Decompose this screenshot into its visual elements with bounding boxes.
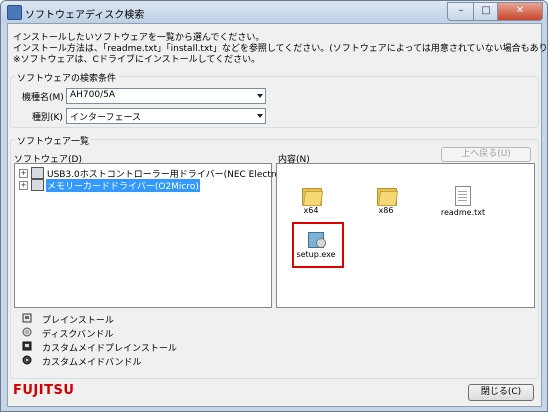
search-conditions-label: ソフトウェアの検索条件 bbox=[15, 71, 119, 84]
expand-icon[interactable]: + bbox=[19, 181, 28, 190]
chevron-down-icon bbox=[257, 94, 263, 98]
disk-bundle-icon bbox=[22, 327, 32, 337]
intro-line-3: ※ソフトウェアは、Cドライブにインストールしてください。 bbox=[13, 55, 261, 65]
legend-label: プレインストール bbox=[42, 316, 114, 326]
maximize-button[interactable]: □ bbox=[473, 2, 499, 21]
file-item-readme[interactable]: readme.txt bbox=[434, 186, 492, 217]
close-window-button[interactable]: ✕ bbox=[497, 2, 543, 21]
custom-bundle-icon bbox=[22, 355, 32, 365]
expand-icon[interactable]: + bbox=[19, 169, 28, 178]
legend-label: カスタムメイドバンドル bbox=[42, 358, 142, 368]
software-list-label: ソフトウェア一覧 bbox=[15, 134, 92, 147]
folder-icon bbox=[377, 186, 399, 206]
chevron-down-icon bbox=[257, 114, 263, 118]
title-bar[interactable]: ソフトウェアディスク検索 – □ ✕ bbox=[1, 1, 547, 23]
file-name: x86 bbox=[378, 206, 394, 215]
tree-item-usb3-driver[interactable]: + USB3.0ホストコントローラー用ドライバー(NEC Electronics… bbox=[17, 167, 301, 180]
tree-item-label: メモリーカードドライバー(O2Micro) bbox=[46, 179, 200, 192]
close-button[interactable]: 閉じる(C) bbox=[468, 384, 534, 401]
software-icon bbox=[31, 167, 44, 179]
folder-icon bbox=[302, 186, 324, 206]
text-file-icon bbox=[455, 186, 471, 206]
up-button[interactable]: 上へ戻る(U) bbox=[441, 147, 531, 162]
contents-panel[interactable]: x64 x86 readme.txt setup.exe bbox=[276, 163, 535, 308]
custom-preinstall-icon bbox=[22, 341, 32, 351]
window-title: ソフトウェアディスク検索 bbox=[25, 10, 145, 21]
file-name: readme.txt bbox=[440, 208, 486, 217]
software-icon bbox=[31, 179, 44, 191]
preinstall-icon bbox=[22, 313, 32, 323]
tree-item-memory-card-driver[interactable]: + メモリーカードドライバー(O2Micro) bbox=[17, 179, 267, 192]
file-name: setup.exe bbox=[296, 250, 336, 259]
software-tree[interactable]: + USB3.0ホストコントローラー用ドライバー(NEC Electronics… bbox=[14, 163, 301, 308]
model-select-value: AH700/5A bbox=[70, 90, 116, 100]
setup-exe-icon bbox=[307, 230, 326, 248]
app-icon bbox=[7, 5, 22, 20]
file-item-setup-exe[interactable]: setup.exe bbox=[287, 230, 345, 259]
model-select[interactable]: AH700/5A bbox=[66, 88, 266, 104]
file-item-x64[interactable]: x64 bbox=[282, 186, 340, 215]
dialog-client-area: インストールしたいソフトウェアを一覧から選んでください。 インストール方法は、「… bbox=[7, 23, 547, 407]
type-select[interactable]: インターフェース bbox=[66, 108, 266, 124]
legend-label: ディスクバンドル bbox=[42, 330, 114, 340]
type-label: 種別(K) bbox=[32, 113, 63, 123]
file-item-x86[interactable]: x86 bbox=[357, 186, 415, 215]
app-window: ソフトウェアディスク検索 – □ ✕ インストールしたいソフトウェアを一覧から選… bbox=[0, 0, 548, 412]
fujitsu-logo: FUJITSU bbox=[13, 383, 75, 398]
legend-label: カスタムメイドプレインストール bbox=[42, 344, 177, 354]
file-name: x64 bbox=[303, 206, 319, 215]
minimize-button[interactable]: – bbox=[447, 2, 475, 21]
model-label: 機種名(M) bbox=[22, 93, 64, 103]
type-select-value: インターフェース bbox=[70, 113, 142, 123]
